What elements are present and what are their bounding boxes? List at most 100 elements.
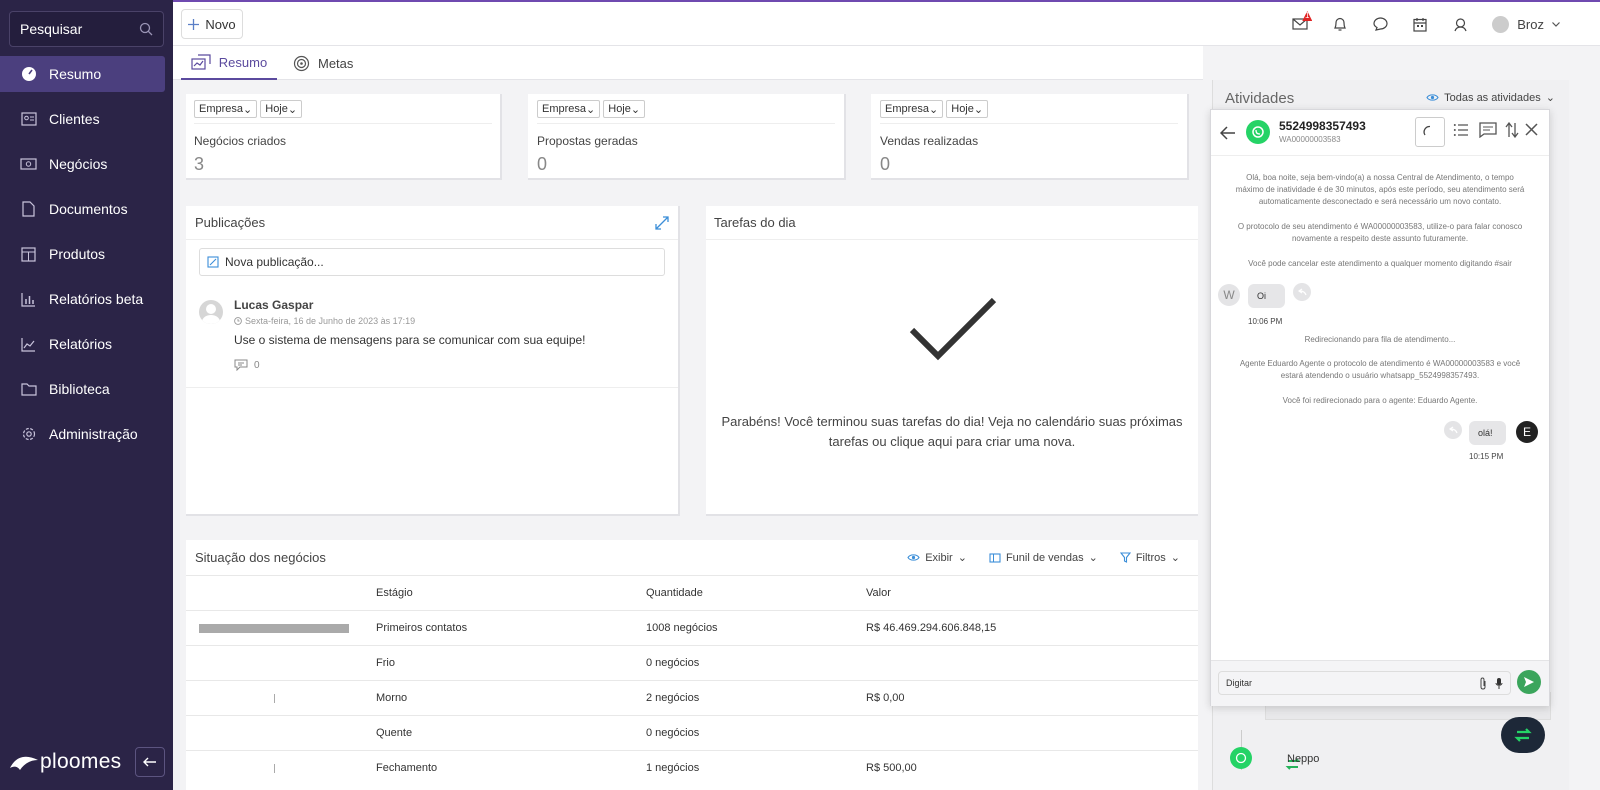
publications-title: Publicações [195,215,266,230]
message-input[interactable]: Digitar [1218,671,1511,695]
sidebar-item-clientes[interactable]: Clientes [0,101,173,137]
logo-text: ploomes [40,750,122,773]
dashboard-icon [20,66,37,83]
messages-button[interactable] [1360,2,1400,46]
sidebar-item-documentos[interactable]: Documentos [0,191,173,227]
sidebar-item-label: Relatórios beta [49,291,144,307]
kpi-label: Negócios criados [194,134,287,148]
avatar [199,300,223,324]
system-line: Agente Eduardo Agente o protocolo de ate… [1239,359,1521,368]
expand-icon[interactable] [655,215,669,230]
chat-header: 5524998357493 WA00000003583 [1211,110,1549,156]
support-button[interactable] [1440,2,1480,46]
kpi-value: 0 [537,154,548,174]
sidebar-item-label: Resumo [49,66,102,82]
stage-name: Fechamento [376,762,438,774]
tasks-title: Tarefas do dia [714,215,796,230]
table-row[interactable]: Morno 2 negócios R$ 0,00 [186,680,1198,715]
table-row[interactable]: Primeiros contatos 1008 negócios R$ 46.4… [186,610,1198,645]
sidebar-item-resumo[interactable]: Resumo [0,56,165,92]
close-icon[interactable] [1525,123,1538,136]
funnel-dropdown[interactable]: Funil de vendas ⌄ [989,551,1098,564]
sidebar-item-relatorios-beta[interactable]: Relatórios beta [0,281,173,317]
table-row[interactable]: Quente 0 negócios [186,715,1198,750]
chat-phone: 5524998357493 [1279,119,1366,133]
calendar-button[interactable] [1400,2,1440,46]
tasks-message-line: Parabéns! Você terminou suas tarefas do … [721,414,1183,429]
notifications-button[interactable] [1320,2,1360,46]
stage-value: R$ 0,00 [866,692,905,704]
kpi-value: 0 [880,154,891,174]
incoming-time: 10:06 PM [1248,317,1283,326]
whatsapp-chat-window: 5524998357493 WA00000003583 Olá, boa noi… [1210,109,1550,706]
sidebar: Pesquisar Resumo Clientes Negócios Docum… [0,0,173,790]
search-input[interactable]: Pesquisar [9,11,164,47]
mail-button[interactable]: 1 [1280,2,1320,46]
activities-filter[interactable]: Todas as atividades ⌄ [1426,91,1555,104]
stage-qty: 1008 negócios [646,622,718,634]
table-row[interactable]: Frio 0 negócios [186,645,1198,680]
company-filter[interactable]: Empresa ⌄ [194,100,258,118]
period-filter[interactable]: Hoje ⌄ [946,100,989,118]
post-author[interactable]: Lucas Gaspar [234,298,313,312]
company-filter[interactable]: Empresa ⌄ [880,100,944,118]
neppo-chat-button[interactable] [1501,717,1545,753]
reply-icon[interactable] [1293,283,1311,301]
box-icon [20,246,37,263]
send-button[interactable] [1517,670,1541,694]
filter-label: Hoje [608,103,631,115]
transfer-icon[interactable] [1505,122,1519,138]
header-qty: Quantidade [646,587,703,599]
post-date: Sexta-feira, 16 de Junho de 2023 às 17:1… [234,316,415,326]
sidebar-item-negocios[interactable]: Negócios [0,146,173,182]
tab-metas[interactable]: Metas [293,46,353,80]
filter-label: Empresa [199,103,244,115]
sidebar-item-label: Administração [49,426,138,442]
new-publication-input[interactable]: Nova publicação... [199,248,665,276]
reply-icon[interactable] [1444,421,1462,439]
period-filter[interactable]: Hoje ⌄ [260,100,303,118]
user-menu[interactable]: Broz [1480,15,1600,33]
company-filter[interactable]: Empresa ⌄ [537,100,601,118]
sidebar-item-label: Produtos [49,246,106,262]
tasks-message[interactable]: Parabéns! Você terminou suas tarefas do … [706,412,1198,452]
period-filter[interactable]: Hoje ⌄ [603,100,646,118]
new-button[interactable]: Novo [181,9,243,39]
sidebar-item-label: Relatórios [49,336,113,352]
bar-chart-icon [20,291,37,308]
arrow-left-icon [143,757,156,767]
system-message: Redirecionando para fila de atendimento.… [1304,335,1456,344]
show-label: Exibir [925,551,953,564]
tab-resumo[interactable]: Resumo [181,46,277,80]
post-comments[interactable]: 0 [234,359,260,371]
outgoing-time: 10:15 PM [1469,452,1504,461]
new-label: Novo [205,16,236,32]
neppo-label[interactable]: Neppo [1287,753,1319,765]
header-value: Valor [866,587,891,599]
message-input-value: Digitar [1226,678,1253,688]
attach-icon[interactable] [1479,676,1487,690]
comment-icon [234,359,248,371]
filters-dropdown[interactable]: Filtros ⌄ [1119,551,1180,564]
sidebar-item-produtos[interactable]: Produtos [0,236,173,272]
collapse-sidebar-button[interactable] [135,747,165,777]
sidebar-item-administracao[interactable]: Administração [0,416,173,452]
search-icon [139,22,153,36]
loading-button[interactable] [1415,117,1445,147]
system-message: Olá, boa noite, seja bem-vindo(a) a noss… [1211,172,1549,208]
sidebar-item-biblioteca[interactable]: Biblioteca [0,371,173,407]
stage-name: Primeiros contatos [376,622,468,634]
topbar: Novo 1 Broz [173,0,1600,46]
activities-filter-label: Todas as atividades [1444,91,1541,104]
list-icon[interactable] [1453,123,1469,137]
message-icon[interactable] [1479,122,1497,138]
funnel-board-icon [989,552,1001,563]
post-date-text: Sexta-feira, 16 de Junho de 2023 às 17:1… [245,316,416,326]
system-line: O protocolo de seu atendimento é WA00000… [1237,222,1523,231]
eye-icon [907,554,920,561]
table-row[interactable]: Fechamento 1 negócios R$ 500,00 [186,750,1198,785]
show-dropdown[interactable]: Exibir ⌄ [907,551,967,564]
sidebar-item-relatorios[interactable]: Relatórios [0,326,173,362]
microphone-icon[interactable] [1495,677,1503,690]
back-arrow-icon[interactable] [1220,126,1236,140]
